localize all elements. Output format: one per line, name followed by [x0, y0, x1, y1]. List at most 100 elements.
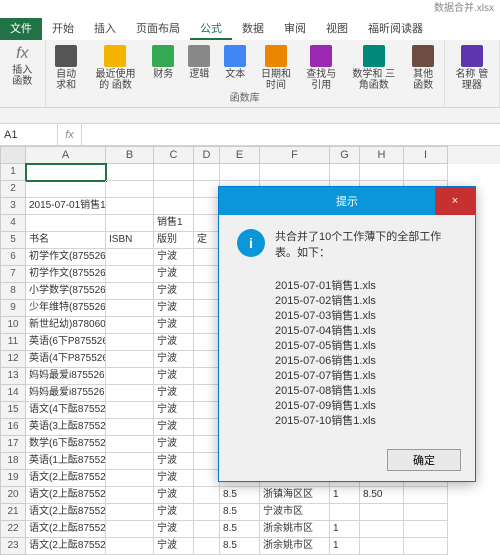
dialog-titlebar[interactable]: 提示 × [219, 187, 475, 215]
row-header[interactable]: 18 [0, 453, 26, 470]
row-header[interactable]: 17 [0, 436, 26, 453]
cell[interactable] [106, 334, 154, 351]
cell[interactable]: 初学作文(875526030 [26, 266, 106, 283]
cell[interactable]: 浙镇海区区 [260, 487, 330, 504]
cell[interactable] [106, 351, 154, 368]
col-header[interactable]: E [220, 146, 260, 164]
cell[interactable]: 宁波 [154, 317, 194, 334]
cell[interactable] [194, 164, 220, 181]
cell[interactable] [220, 164, 260, 181]
tab-formulas[interactable]: 公式 [190, 18, 232, 40]
cell[interactable]: 新世纪幼)878060290 [26, 317, 106, 334]
col-header[interactable]: H [360, 146, 404, 164]
tab-insert[interactable]: 插入 [84, 18, 126, 40]
cell[interactable]: 少年维特(875526156 [26, 300, 106, 317]
cell[interactable]: 1 [330, 538, 360, 555]
cell[interactable]: 英语(6下P875526054 [26, 334, 106, 351]
cell[interactable] [194, 453, 220, 470]
cell[interactable] [194, 521, 220, 538]
cell[interactable] [106, 538, 154, 555]
cell[interactable] [106, 283, 154, 300]
row-header[interactable]: 19 [0, 470, 26, 487]
financial-button[interactable]: 财务 [148, 43, 178, 93]
name-manager-button[interactable]: 名称 管理器 [449, 43, 495, 93]
cell[interactable]: 宁波 [154, 283, 194, 300]
formula-input[interactable] [82, 124, 500, 145]
row-header[interactable]: 11 [0, 334, 26, 351]
cell[interactable]: 宁波 [154, 334, 194, 351]
cell[interactable]: 初学作文(875526030 [26, 249, 106, 266]
row-header[interactable]: 23 [0, 538, 26, 555]
col-header[interactable]: I [404, 146, 448, 164]
ok-button[interactable]: 确定 [387, 449, 461, 471]
cell[interactable] [194, 351, 220, 368]
cell[interactable]: 1 [330, 521, 360, 538]
autosum-button[interactable]: 自动求和 [50, 43, 83, 93]
cell[interactable]: 宁波 [154, 249, 194, 266]
cell[interactable] [154, 198, 194, 215]
cell[interactable] [194, 385, 220, 402]
cell[interactable] [194, 504, 220, 521]
cell[interactable] [404, 504, 448, 521]
cell[interactable] [106, 487, 154, 504]
row-header[interactable]: 4 [0, 215, 26, 232]
row-header[interactable]: 6 [0, 249, 26, 266]
cell[interactable] [106, 470, 154, 487]
cell[interactable]: 销售1 [154, 215, 194, 232]
cell[interactable]: 英语(4下P875526054 [26, 351, 106, 368]
insert-function-button[interactable]: fx 插入函数 [4, 43, 41, 89]
cell[interactable]: 语文(2上酝875526017 [26, 487, 106, 504]
cell[interactable] [106, 317, 154, 334]
cell[interactable]: 宁波 [154, 368, 194, 385]
math-button[interactable]: 数学和 三角函数 [347, 43, 401, 93]
cell[interactable]: 8.5 [220, 487, 260, 504]
cell[interactable] [106, 215, 154, 232]
cell[interactable] [106, 521, 154, 538]
col-header[interactable]: G [330, 146, 360, 164]
cell[interactable]: 8.5 [220, 521, 260, 538]
cell[interactable]: 宁波 [154, 402, 194, 419]
close-icon[interactable]: × [435, 187, 475, 215]
cell[interactable] [194, 198, 220, 215]
cell[interactable]: 8.50 [360, 487, 404, 504]
tab-home[interactable]: 开始 [42, 18, 84, 40]
cell[interactable] [404, 487, 448, 504]
other-button[interactable]: 其他函数 [407, 43, 440, 93]
tab-file[interactable]: 文件 [0, 18, 42, 40]
cell[interactable] [154, 181, 194, 198]
cell[interactable]: 小学数学(875526093 [26, 283, 106, 300]
cell[interactable] [194, 215, 220, 232]
cell[interactable] [404, 538, 448, 555]
cell[interactable] [360, 164, 404, 181]
cell[interactable]: 宁波 [154, 385, 194, 402]
cell[interactable] [194, 436, 220, 453]
cell[interactable] [106, 419, 154, 436]
cell[interactable] [106, 249, 154, 266]
cell[interactable] [360, 521, 404, 538]
cell[interactable]: 2015-07-01销售1 [26, 198, 106, 215]
tab-foxit[interactable]: 福昕阅读器 [358, 18, 433, 40]
cell[interactable]: 语文(2上酝875526017 [26, 504, 106, 521]
cell[interactable]: 宁波 [154, 470, 194, 487]
datetime-button[interactable]: 日期和时间 [256, 43, 295, 93]
cell[interactable] [194, 181, 220, 198]
cell[interactable]: 宁波 [154, 266, 194, 283]
select-all-corner[interactable] [0, 146, 26, 164]
cell[interactable]: 8.5 [220, 504, 260, 521]
row-header[interactable]: 8 [0, 283, 26, 300]
cell[interactable]: 宁波 [154, 436, 194, 453]
cell[interactable] [260, 164, 330, 181]
cell[interactable]: 定 [194, 232, 220, 249]
cell[interactable]: 英语(1上酝875526017 [26, 453, 106, 470]
cell[interactable]: 版别 [154, 232, 194, 249]
cell[interactable] [106, 164, 154, 181]
row-header[interactable]: 13 [0, 368, 26, 385]
cell[interactable] [26, 164, 106, 181]
row-header[interactable]: 16 [0, 419, 26, 436]
row-header[interactable]: 3 [0, 198, 26, 215]
cell[interactable] [106, 368, 154, 385]
cell[interactable] [360, 538, 404, 555]
cell[interactable] [194, 538, 220, 555]
cell[interactable] [106, 385, 154, 402]
cell[interactable]: 妈妈最爱i875526012 [26, 385, 106, 402]
